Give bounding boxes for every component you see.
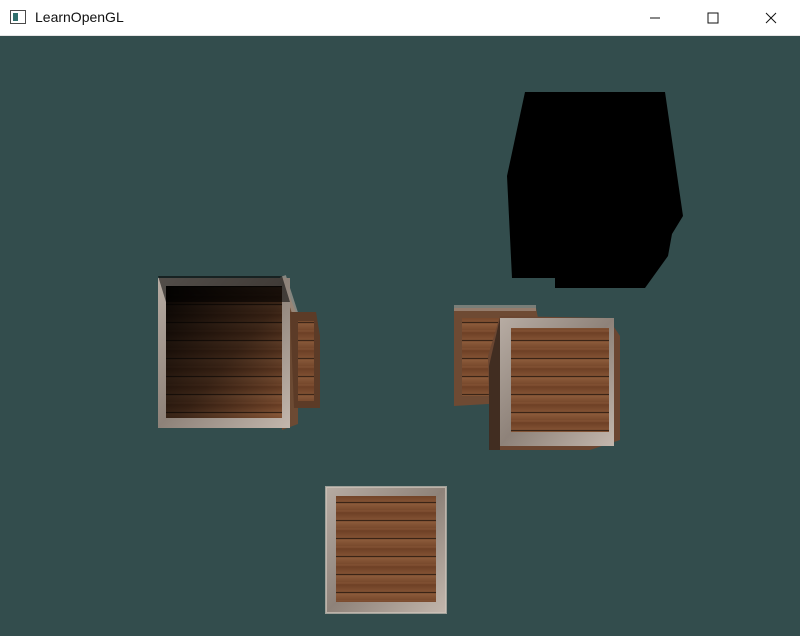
- minimize-icon: [650, 17, 660, 18]
- app-window-icon: [10, 10, 26, 24]
- title-bar[interactable]: LearnOpenGL: [0, 0, 800, 36]
- close-button[interactable]: [742, 0, 800, 35]
- window-controls: [626, 0, 800, 35]
- close-icon: [765, 12, 777, 23]
- application-window: LearnOpenGL: [0, 0, 800, 636]
- crate-bottom: [325, 486, 447, 614]
- render-canvas: [158, 92, 683, 614]
- opengl-viewport[interactable]: [0, 36, 800, 636]
- crate-right-front: [488, 316, 620, 450]
- minimize-button[interactable]: [626, 0, 684, 35]
- shadowed-cube: [507, 92, 683, 288]
- crate-left: [158, 275, 320, 430]
- window-title: LearnOpenGL: [35, 9, 124, 25]
- maximize-icon: [707, 12, 719, 23]
- maximize-button[interactable]: [684, 0, 742, 35]
